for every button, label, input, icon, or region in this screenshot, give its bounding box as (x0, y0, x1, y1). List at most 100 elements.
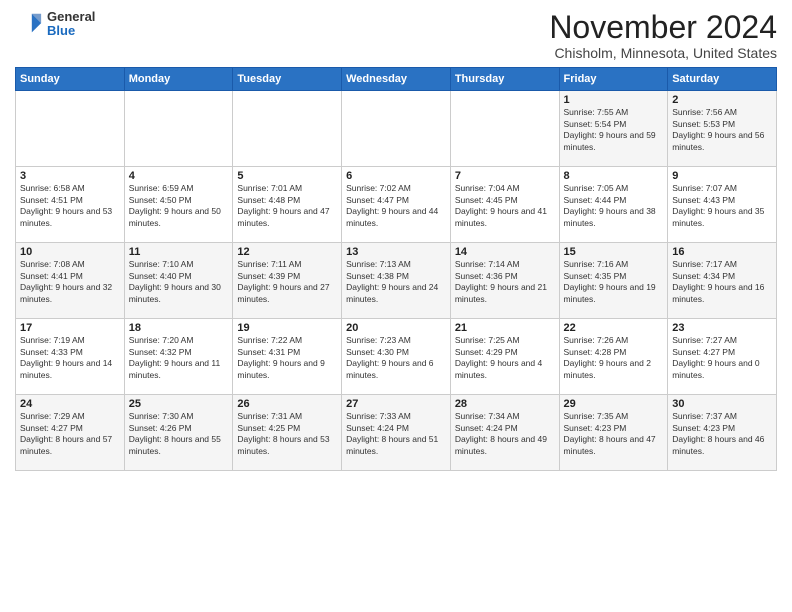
day-detail: Sunrise: 7:33 AM Sunset: 4:24 PM Dayligh… (346, 411, 446, 457)
calendar-table: Sunday Monday Tuesday Wednesday Thursday… (15, 67, 777, 471)
day-detail: Sunrise: 6:58 AM Sunset: 4:51 PM Dayligh… (20, 183, 120, 229)
calendar-cell: 15Sunrise: 7:16 AM Sunset: 4:35 PM Dayli… (559, 243, 668, 319)
main-container: General Blue November 2024 Chisholm, Min… (0, 0, 792, 476)
calendar-cell (450, 91, 559, 167)
header-row: General Blue November 2024 Chisholm, Min… (15, 10, 777, 61)
calendar-cell: 28Sunrise: 7:34 AM Sunset: 4:24 PM Dayli… (450, 395, 559, 471)
day-number: 18 (129, 322, 229, 334)
calendar-cell: 9Sunrise: 7:07 AM Sunset: 4:43 PM Daylig… (668, 167, 777, 243)
calendar-cell: 29Sunrise: 7:35 AM Sunset: 4:23 PM Dayli… (559, 395, 668, 471)
day-number: 8 (564, 170, 664, 182)
day-detail: Sunrise: 7:30 AM Sunset: 4:26 PM Dayligh… (129, 411, 229, 457)
day-number: 15 (564, 246, 664, 258)
logo-blue-text: Blue (47, 24, 95, 38)
calendar-cell: 10Sunrise: 7:08 AM Sunset: 4:41 PM Dayli… (16, 243, 125, 319)
day-detail: Sunrise: 7:11 AM Sunset: 4:39 PM Dayligh… (237, 259, 337, 305)
day-detail: Sunrise: 7:19 AM Sunset: 4:33 PM Dayligh… (20, 335, 120, 381)
header-sunday: Sunday (16, 68, 125, 91)
day-number: 22 (564, 322, 664, 334)
calendar-week-3: 10Sunrise: 7:08 AM Sunset: 4:41 PM Dayli… (16, 243, 777, 319)
day-detail: Sunrise: 7:27 AM Sunset: 4:27 PM Dayligh… (672, 335, 772, 381)
day-detail: Sunrise: 7:05 AM Sunset: 4:44 PM Dayligh… (564, 183, 664, 229)
day-number: 24 (20, 398, 120, 410)
calendar-cell (342, 91, 451, 167)
day-number: 4 (129, 170, 229, 182)
calendar-cell: 8Sunrise: 7:05 AM Sunset: 4:44 PM Daylig… (559, 167, 668, 243)
day-number: 26 (237, 398, 337, 410)
day-number: 10 (20, 246, 120, 258)
calendar-cell: 24Sunrise: 7:29 AM Sunset: 4:27 PM Dayli… (16, 395, 125, 471)
day-number: 17 (20, 322, 120, 334)
day-detail: Sunrise: 7:17 AM Sunset: 4:34 PM Dayligh… (672, 259, 772, 305)
title-block: November 2024 Chisholm, Minnesota, Unite… (549, 10, 777, 61)
calendar-cell: 17Sunrise: 7:19 AM Sunset: 4:33 PM Dayli… (16, 319, 125, 395)
calendar-week-4: 17Sunrise: 7:19 AM Sunset: 4:33 PM Dayli… (16, 319, 777, 395)
day-number: 2 (672, 94, 772, 106)
calendar-cell: 22Sunrise: 7:26 AM Sunset: 4:28 PM Dayli… (559, 319, 668, 395)
day-detail: Sunrise: 7:35 AM Sunset: 4:23 PM Dayligh… (564, 411, 664, 457)
calendar-cell (124, 91, 233, 167)
day-detail: Sunrise: 7:22 AM Sunset: 4:31 PM Dayligh… (237, 335, 337, 381)
calendar-cell: 4Sunrise: 6:59 AM Sunset: 4:50 PM Daylig… (124, 167, 233, 243)
main-title: November 2024 (549, 10, 777, 45)
day-number: 12 (237, 246, 337, 258)
header-friday: Friday (559, 68, 668, 91)
day-detail: Sunrise: 7:26 AM Sunset: 4:28 PM Dayligh… (564, 335, 664, 381)
day-detail: Sunrise: 6:59 AM Sunset: 4:50 PM Dayligh… (129, 183, 229, 229)
calendar-week-1: 1Sunrise: 7:55 AM Sunset: 5:54 PM Daylig… (16, 91, 777, 167)
day-number: 1 (564, 94, 664, 106)
header-thursday: Thursday (450, 68, 559, 91)
day-number: 21 (455, 322, 555, 334)
day-number: 28 (455, 398, 555, 410)
day-number: 29 (564, 398, 664, 410)
day-number: 30 (672, 398, 772, 410)
day-number: 13 (346, 246, 446, 258)
calendar-cell: 2Sunrise: 7:56 AM Sunset: 5:53 PM Daylig… (668, 91, 777, 167)
calendar-cell: 30Sunrise: 7:37 AM Sunset: 4:23 PM Dayli… (668, 395, 777, 471)
day-detail: Sunrise: 7:56 AM Sunset: 5:53 PM Dayligh… (672, 107, 772, 153)
day-detail: Sunrise: 7:37 AM Sunset: 4:23 PM Dayligh… (672, 411, 772, 457)
header-saturday: Saturday (668, 68, 777, 91)
day-number: 3 (20, 170, 120, 182)
calendar-cell: 23Sunrise: 7:27 AM Sunset: 4:27 PM Dayli… (668, 319, 777, 395)
calendar-header: Sunday Monday Tuesday Wednesday Thursday… (16, 68, 777, 91)
day-number: 5 (237, 170, 337, 182)
logo: General Blue (15, 10, 95, 39)
calendar-cell: 1Sunrise: 7:55 AM Sunset: 5:54 PM Daylig… (559, 91, 668, 167)
calendar-cell: 26Sunrise: 7:31 AM Sunset: 4:25 PM Dayli… (233, 395, 342, 471)
calendar-cell: 5Sunrise: 7:01 AM Sunset: 4:48 PM Daylig… (233, 167, 342, 243)
calendar-cell: 14Sunrise: 7:14 AM Sunset: 4:36 PM Dayli… (450, 243, 559, 319)
day-detail: Sunrise: 7:23 AM Sunset: 4:30 PM Dayligh… (346, 335, 446, 381)
calendar-cell (16, 91, 125, 167)
calendar-cell: 21Sunrise: 7:25 AM Sunset: 4:29 PM Dayli… (450, 319, 559, 395)
day-detail: Sunrise: 7:25 AM Sunset: 4:29 PM Dayligh… (455, 335, 555, 381)
day-number: 27 (346, 398, 446, 410)
calendar-cell: 20Sunrise: 7:23 AM Sunset: 4:30 PM Dayli… (342, 319, 451, 395)
calendar-week-5: 24Sunrise: 7:29 AM Sunset: 4:27 PM Dayli… (16, 395, 777, 471)
day-number: 11 (129, 246, 229, 258)
day-number: 14 (455, 246, 555, 258)
day-number: 6 (346, 170, 446, 182)
header-tuesday: Tuesday (233, 68, 342, 91)
calendar-cell: 18Sunrise: 7:20 AM Sunset: 4:32 PM Dayli… (124, 319, 233, 395)
header-row-days: Sunday Monday Tuesday Wednesday Thursday… (16, 68, 777, 91)
header-wednesday: Wednesday (342, 68, 451, 91)
calendar-cell: 25Sunrise: 7:30 AM Sunset: 4:26 PM Dayli… (124, 395, 233, 471)
calendar-week-2: 3Sunrise: 6:58 AM Sunset: 4:51 PM Daylig… (16, 167, 777, 243)
calendar-cell (233, 91, 342, 167)
day-detail: Sunrise: 7:29 AM Sunset: 4:27 PM Dayligh… (20, 411, 120, 457)
day-number: 19 (237, 322, 337, 334)
calendar-cell: 27Sunrise: 7:33 AM Sunset: 4:24 PM Dayli… (342, 395, 451, 471)
calendar-cell: 13Sunrise: 7:13 AM Sunset: 4:38 PM Dayli… (342, 243, 451, 319)
day-number: 25 (129, 398, 229, 410)
logo-text: General Blue (47, 10, 95, 39)
day-detail: Sunrise: 7:01 AM Sunset: 4:48 PM Dayligh… (237, 183, 337, 229)
day-detail: Sunrise: 7:07 AM Sunset: 4:43 PM Dayligh… (672, 183, 772, 229)
day-number: 16 (672, 246, 772, 258)
day-number: 9 (672, 170, 772, 182)
calendar-cell: 6Sunrise: 7:02 AM Sunset: 4:47 PM Daylig… (342, 167, 451, 243)
calendar-cell: 12Sunrise: 7:11 AM Sunset: 4:39 PM Dayli… (233, 243, 342, 319)
calendar-cell: 3Sunrise: 6:58 AM Sunset: 4:51 PM Daylig… (16, 167, 125, 243)
logo-general-text: General (47, 10, 95, 24)
day-detail: Sunrise: 7:34 AM Sunset: 4:24 PM Dayligh… (455, 411, 555, 457)
